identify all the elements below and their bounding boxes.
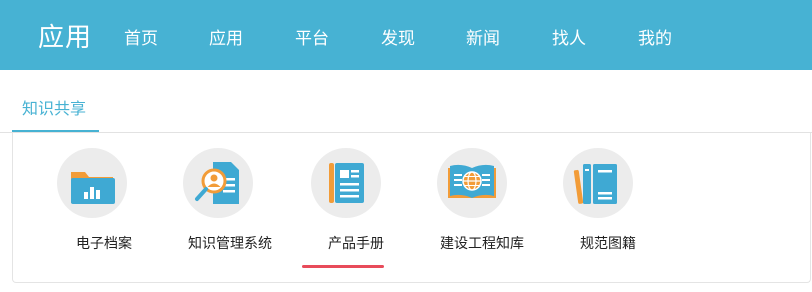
tab-bar: 知识共享 [0, 70, 812, 133]
app-card-knowledge-management[interactable]: 知识管理系统 [175, 148, 285, 268]
app-card-label: 产品手册 [328, 236, 384, 252]
top-nav-bar: 应用 首页 应用 平台 发现 新闻 找人 我的 [0, 0, 812, 70]
app-card-label: 建设工程知库 [440, 236, 524, 252]
app-card-label: 电子档案 [76, 236, 132, 252]
nav-item-people[interactable]: 找人 [552, 24, 586, 49]
nav-item-platform[interactable]: 平台 [295, 24, 329, 49]
document-search-icon [183, 148, 253, 218]
active-tab-underline [12, 130, 99, 132]
app-card-product-manual[interactable]: 产品手册 [301, 148, 411, 268]
app-card-construction-knowledge[interactable]: 建设工程知库 [427, 148, 537, 268]
nav-item-discover[interactable]: 发现 [381, 24, 415, 49]
active-card-indicator [302, 265, 384, 268]
app-grid-panel: 电子档案 知识管理系统 产品手册 建设工程知库 规范图籍 [12, 133, 811, 283]
binders-icon [563, 148, 633, 218]
manual-book-icon [311, 148, 381, 218]
app-card-electronic-archive[interactable]: 电子档案 [49, 148, 159, 268]
nav-item-home[interactable]: 首页 [124, 24, 158, 49]
app-card-label: 规范图籍 [580, 236, 636, 252]
app-card-standards-atlas[interactable]: 规范图籍 [553, 148, 663, 268]
open-book-globe-icon [437, 148, 507, 218]
folder-chart-icon [57, 148, 127, 218]
nav-item-news[interactable]: 新闻 [466, 24, 500, 49]
nav-item-apps[interactable]: 应用 [209, 24, 243, 49]
app-card-label: 知识管理系统 [188, 236, 272, 252]
tab-knowledge-sharing[interactable]: 知识共享 [22, 95, 86, 119]
app-logo[interactable]: 应用 [38, 17, 92, 54]
nav-item-mine[interactable]: 我的 [638, 24, 672, 49]
